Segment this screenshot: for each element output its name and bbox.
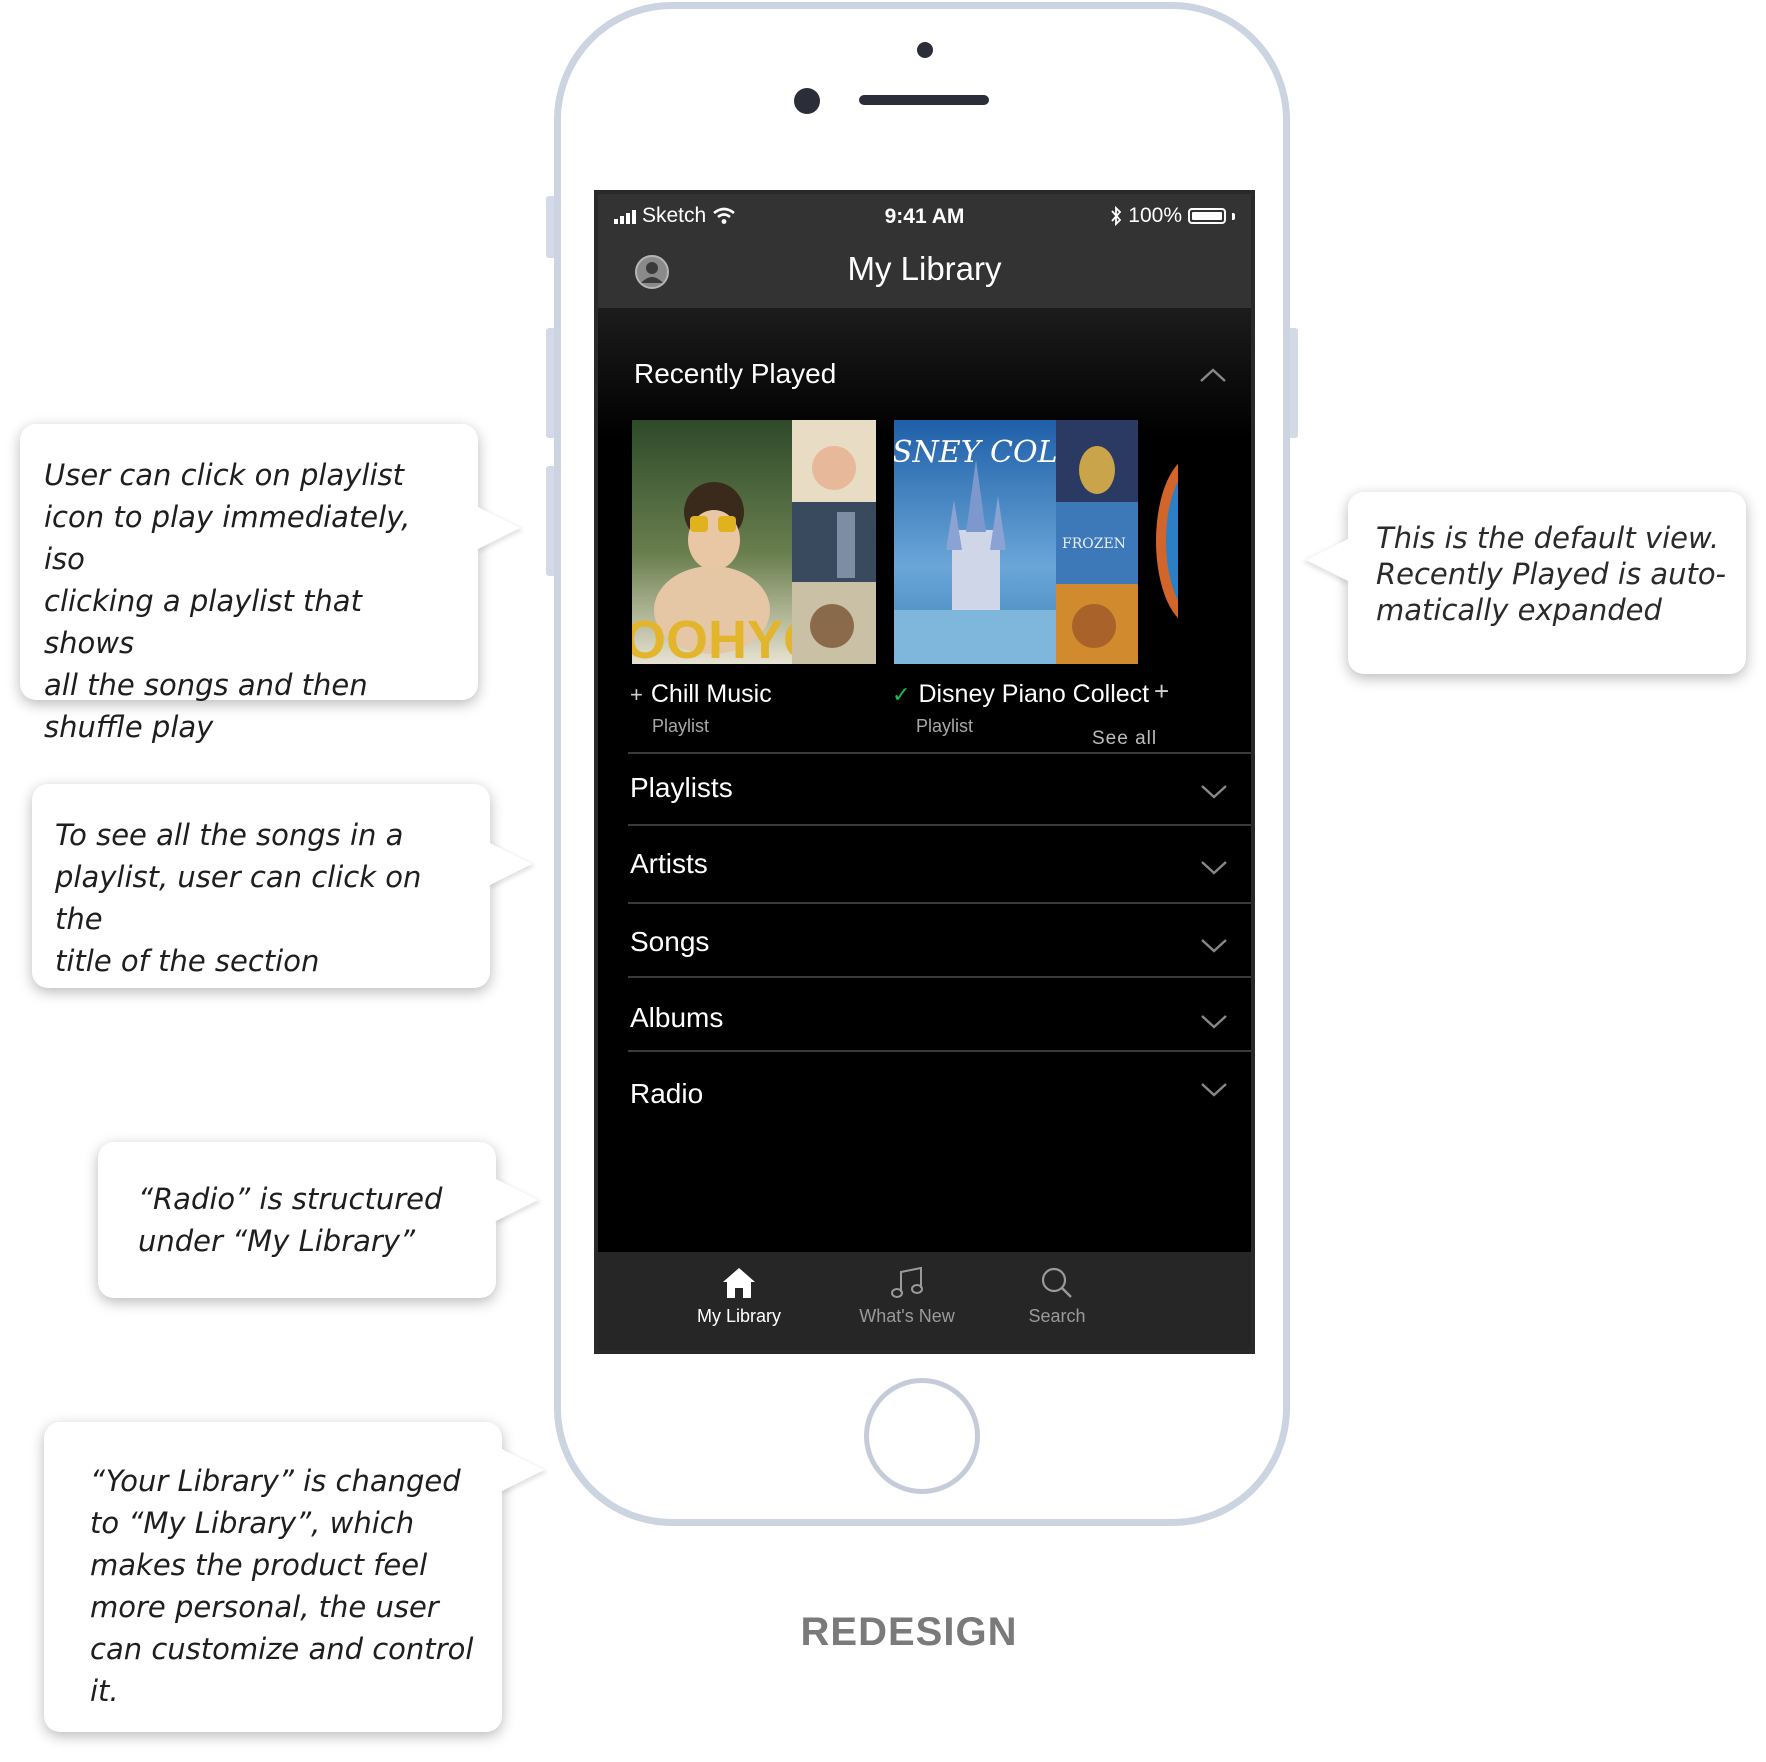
callout-text: This is the default view. Recently Playe…: [1376, 521, 1727, 627]
section-title-recently-played[interactable]: Recently Played: [634, 358, 836, 390]
callout-section-title: To see all the songs in a playlist, user…: [32, 784, 532, 988]
callout-text: “Radio” is structured under “My Library”: [138, 1182, 443, 1258]
music-note-icon: [891, 1266, 923, 1298]
search-icon: [1041, 1267, 1072, 1298]
chevron-down-icon[interactable]: [1200, 1082, 1228, 1098]
tab-label: My Library: [696, 1306, 781, 1326]
callout-pointer: [488, 842, 532, 886]
library-content: Recently Played OOHYO SNEY COLLE FROZEN …: [598, 308, 1251, 1238]
divider: [628, 752, 1251, 754]
add-icon[interactable]: +: [630, 682, 643, 707]
playlist-name: Disney Piano Collect: [918, 680, 1150, 708]
playlist-cover-next[interactable]: [1154, 456, 1178, 626]
chevron-up-icon[interactable]: [1198, 366, 1228, 384]
home-icon: [723, 1268, 755, 1298]
tab-search[interactable]: Search: [982, 1266, 1132, 1327]
chevron-down-icon[interactable]: [1200, 860, 1228, 876]
tab-my-library[interactable]: My Library: [664, 1266, 814, 1327]
battery-tip: [1232, 212, 1235, 220]
home-button[interactable]: [864, 1378, 980, 1494]
callout-library-rename: “Your Library” is changed to “My Library…: [44, 1422, 544, 1732]
section-row-albums[interactable]: Albums: [630, 1002, 723, 1034]
album-mosaic-image: SNEY COLLE FROZEN: [894, 420, 1138, 664]
app-screen: Sketch 9:41 AM 100% My Library Recently …: [594, 190, 1255, 1354]
chevron-down-icon[interactable]: [1200, 1014, 1228, 1030]
add-icon[interactable]: +: [1154, 676, 1169, 707]
callout-pointer: [494, 1178, 538, 1222]
album-mosaic-image: OOHYO: [632, 420, 876, 664]
tab-bar: My Library What's New Search: [598, 1252, 1251, 1350]
playlist-title-disney-piano[interactable]: ✓ Disney Piano Collect: [892, 680, 1149, 709]
chevron-down-icon[interactable]: [1200, 938, 1228, 954]
callout-pointer: [500, 1448, 544, 1492]
playlist-cover-chill-music[interactable]: OOHYO: [632, 420, 876, 664]
section-row-songs[interactable]: Songs: [630, 926, 709, 958]
section-row-playlists[interactable]: Playlists: [630, 772, 733, 804]
divider: [628, 976, 1251, 978]
chevron-down-icon[interactable]: [1200, 784, 1228, 800]
cover-subtext: FROZEN: [1062, 536, 1126, 552]
playlist-type: Playlist: [652, 716, 710, 736]
callout-text: To see all the songs in a playlist, user…: [55, 818, 422, 978]
album-peek-image: [1156, 463, 1178, 619]
section-row-artists[interactable]: Artists: [630, 848, 708, 880]
playlist-cover-disney-piano[interactable]: SNEY COLLE FROZEN: [894, 420, 1138, 664]
section-row-radio[interactable]: Radio: [630, 1078, 703, 1110]
callout-radio: “Radio” is structured under “My Library”: [98, 1142, 538, 1298]
divider: [628, 824, 1251, 826]
status-bar: Sketch 9:41 AM 100%: [598, 194, 1251, 238]
battery-percent: 100%: [1128, 204, 1182, 227]
callout-pointer: [1306, 538, 1350, 582]
callout-playlist-click: User can click on playlist icon to play …: [20, 424, 520, 744]
check-icon[interactable]: ✓: [892, 682, 910, 707]
tab-label: Search: [1028, 1306, 1086, 1326]
playlist-name: Chill Music: [650, 680, 772, 708]
playlist-type: Playlist: [916, 716, 974, 736]
playlist-title-chill-music[interactable]: + Chill Music: [630, 680, 772, 709]
see-all-link[interactable]: See all: [1092, 728, 1157, 750]
callout-default-view: This is the default view. Recently Playe…: [1306, 492, 1746, 674]
battery-icon: [1188, 208, 1226, 224]
tab-whats-new[interactable]: What's New: [832, 1266, 982, 1327]
figure-caption: REDESIGN: [800, 1610, 1018, 1654]
front-camera: [917, 42, 933, 58]
callout-text: User can click on playlist icon to play …: [44, 458, 411, 744]
divider: [628, 1050, 1251, 1052]
bluetooth-icon: [1111, 206, 1122, 226]
nav-bar: My Library: [598, 238, 1251, 308]
callout-pointer: [476, 506, 520, 550]
earpiece-speaker: [859, 95, 989, 105]
proximity-sensor: [794, 88, 820, 114]
callout-text: “Your Library” is changed to “My Library…: [90, 1464, 474, 1708]
tab-label: What's New: [859, 1306, 955, 1326]
divider: [628, 902, 1251, 904]
page-title: My Library: [847, 250, 1002, 287]
